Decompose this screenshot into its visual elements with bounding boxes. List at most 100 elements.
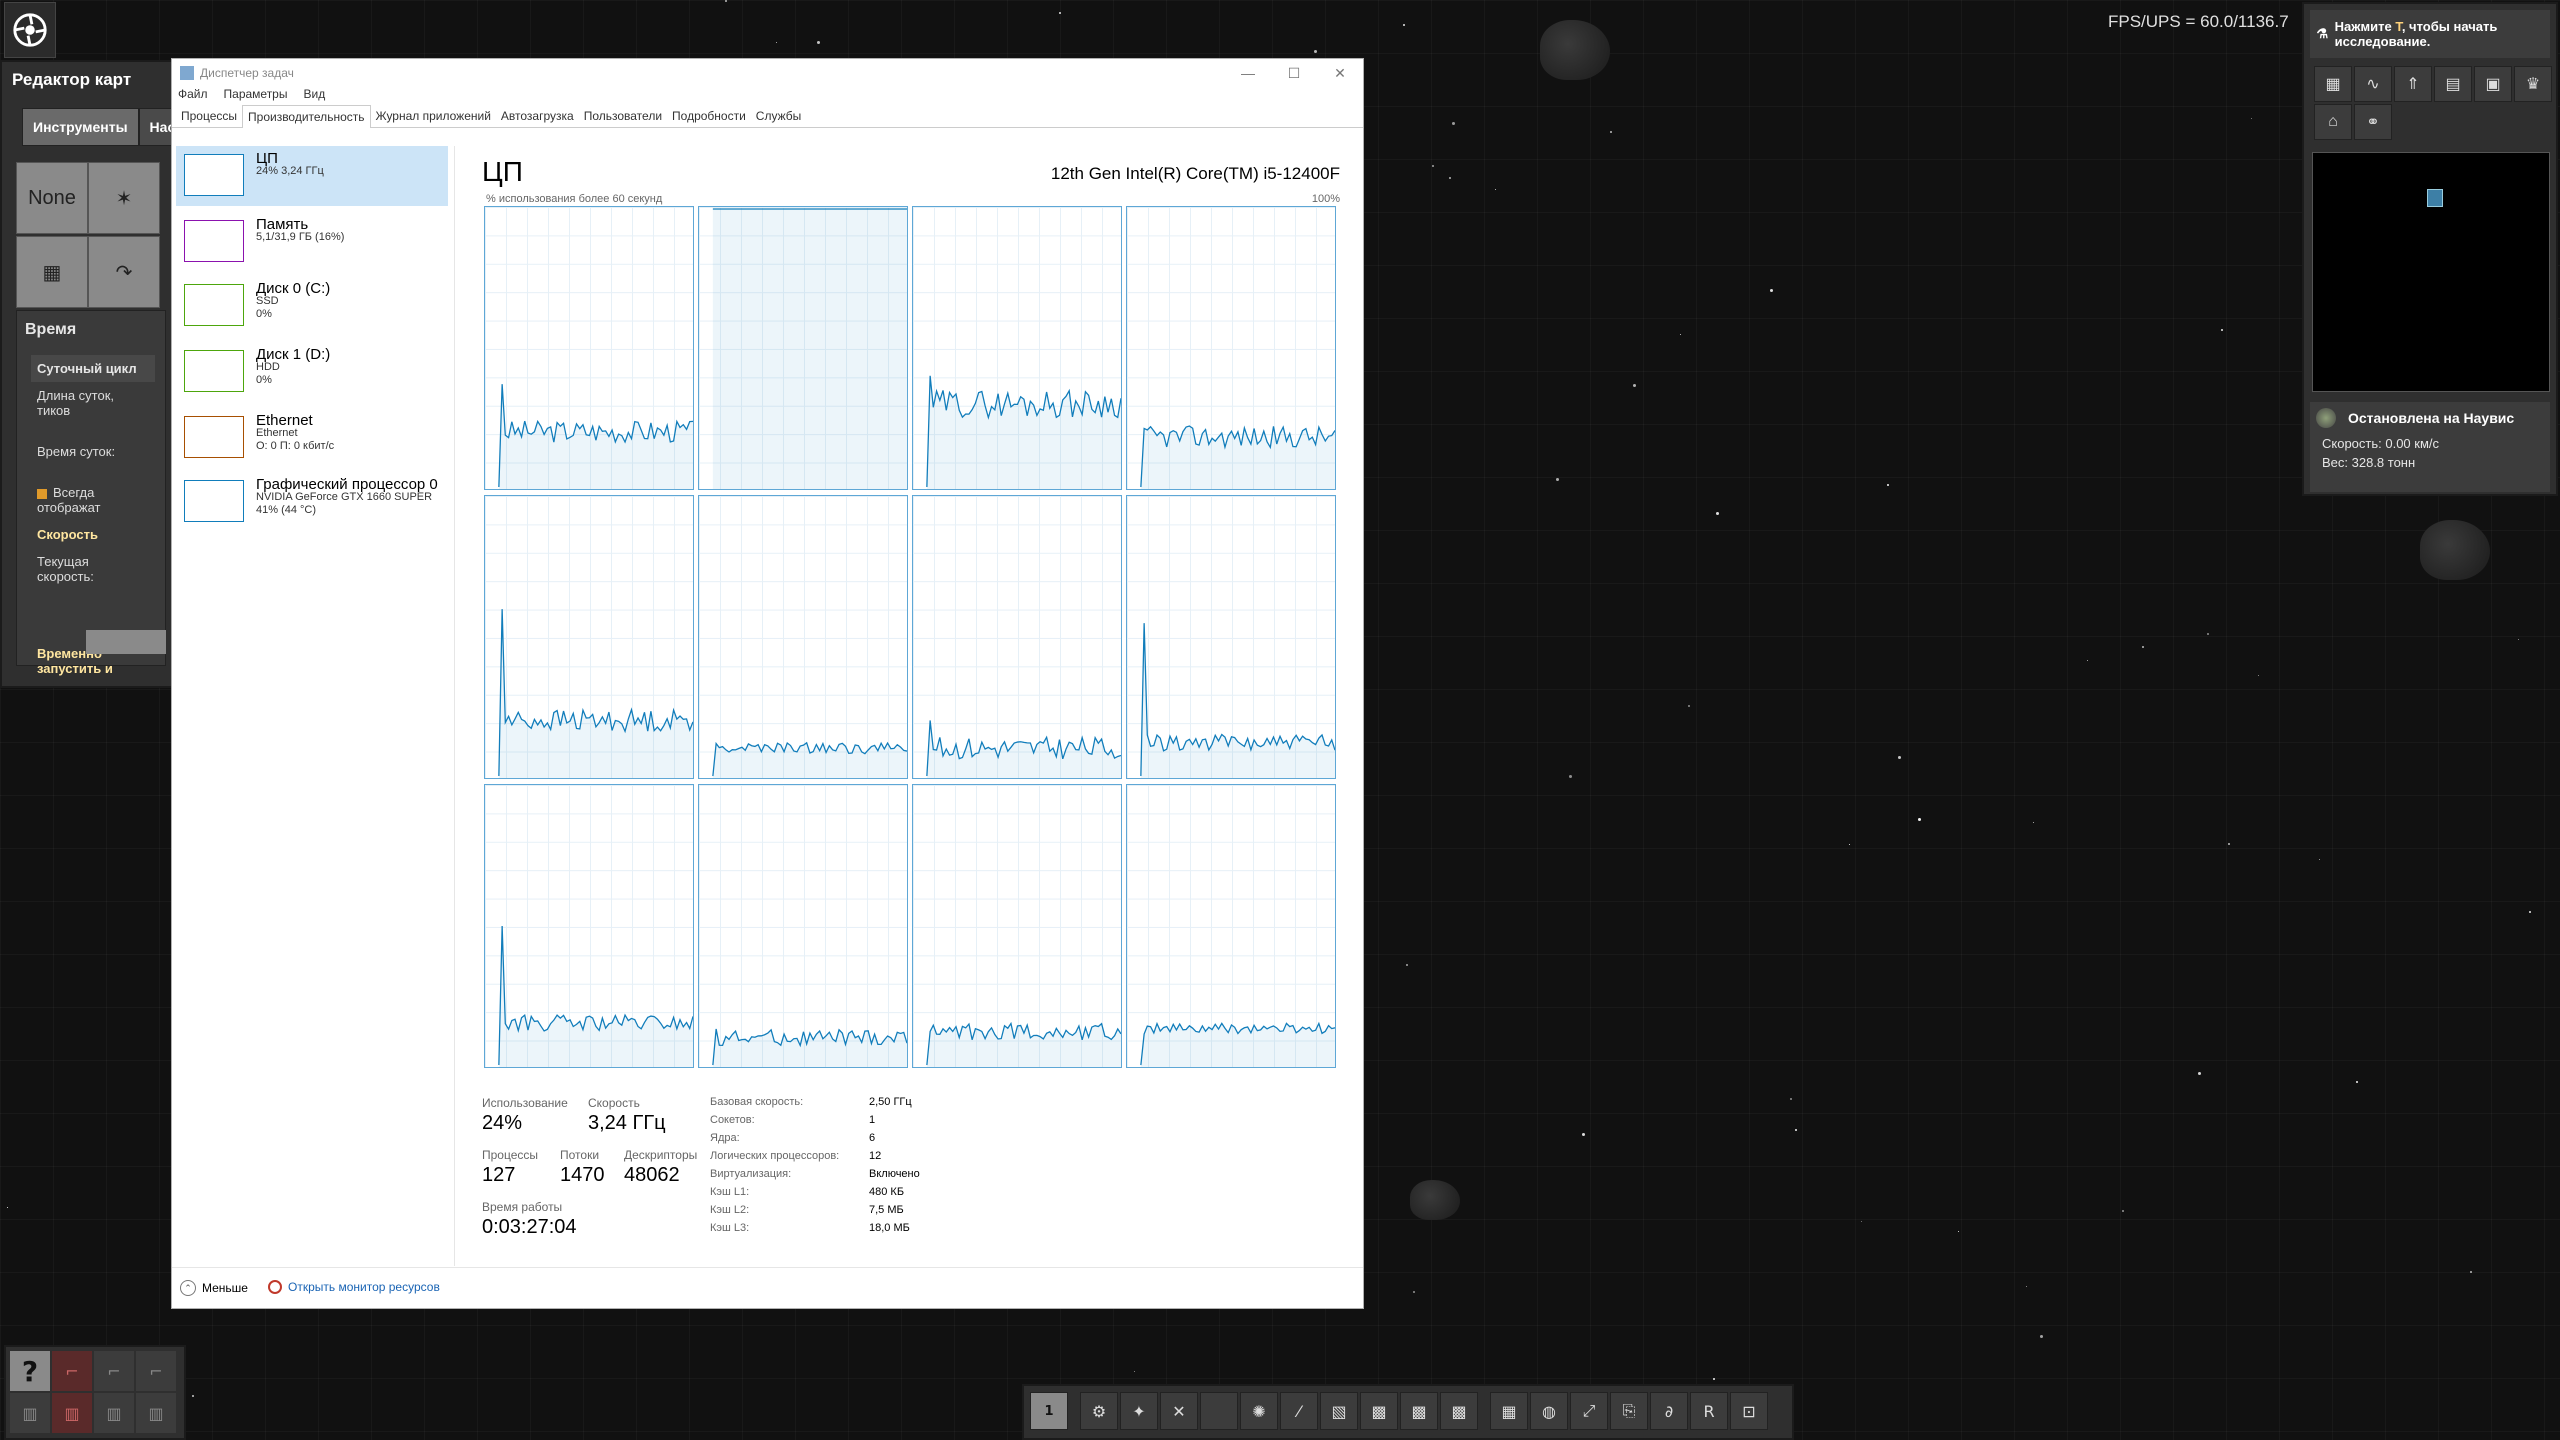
tab-users[interactable]: Пользователи <box>579 105 667 127</box>
tab-processes[interactable]: Процессы <box>176 105 242 127</box>
production-stats-button[interactable]: ▦ <box>2314 66 2352 102</box>
red-wire-button[interactable]: R <box>1690 1392 1728 1430</box>
quickbar-slot[interactable]: ▧ <box>1320 1392 1358 1430</box>
trophy-icon: ♛ <box>2525 76 2541 93</box>
star <box>817 41 820 44</box>
quickbar-slot[interactable]: ✺ <box>1240 1392 1278 1430</box>
core-usage-area <box>712 742 907 778</box>
sidebar-item[interactable]: Диск 1 (D:) HDD 0% <box>176 342 448 402</box>
space-platform-icon <box>2427 189 2443 207</box>
sidebar-item[interactable]: Память 5,1/31,9 ГБ (16%) <box>176 212 448 272</box>
menu-bar: Файл Параметры Вид <box>172 87 1363 105</box>
filter-slot[interactable]: ▥ <box>52 1393 92 1433</box>
core-usage-area <box>926 720 1121 778</box>
tool-none-button[interactable]: None <box>16 162 88 234</box>
blueprint-slot[interactable]: ⌐ <box>136 1351 176 1391</box>
star <box>2040 1335 2043 1338</box>
window-titlebar[interactable]: Диспетчер задач <box>172 59 1363 87</box>
detail-value: 6 <box>869 1132 876 1144</box>
time-section-title: Время <box>25 321 77 338</box>
filter-icon: ▥ <box>22 1403 38 1423</box>
blueprint-slot[interactable]: ⌐ <box>52 1351 92 1391</box>
core-usage-area <box>926 1023 1121 1067</box>
filter-slot[interactable]: ▥ <box>136 1393 176 1433</box>
tab-services[interactable]: Службы <box>751 105 806 127</box>
sidebar-item[interactable]: Диск 0 (C:) SSD 0% <box>176 276 448 336</box>
star <box>1452 122 1455 125</box>
green-wire-icon: ∂ <box>1664 1401 1674 1421</box>
star <box>2319 859 2320 860</box>
tips-button[interactable]: ⌂ <box>2314 104 2352 140</box>
graduation-cap-icon: ⌂ <box>2328 113 2338 130</box>
quickbar-slot[interactable]: ✦ <box>1120 1392 1158 1430</box>
tool-tiles-button[interactable]: ▦ <box>16 236 88 308</box>
minimap[interactable] <box>2312 152 2550 392</box>
sidebar-item[interactable]: ЦП 24% 3,24 ГГц <box>176 146 448 206</box>
detail-key: Сокетов: <box>710 1114 755 1126</box>
open-resource-monitor-link[interactable]: Открыть монитор ресурсов <box>268 1280 440 1294</box>
quickbar-slot[interactable]: ✕ <box>1160 1392 1198 1430</box>
tool-clone-button[interactable]: ↷ <box>88 236 160 308</box>
menu-view[interactable]: Вид <box>303 87 325 105</box>
processes-label: Процессы <box>482 1148 539 1162</box>
filter-slot[interactable]: ▥ <box>94 1393 134 1433</box>
personal-roboport-button[interactable]: ◍ <box>1530 1392 1568 1430</box>
tab-tools[interactable]: Инструменты <box>22 108 139 146</box>
achievements-button[interactable]: ♛ <box>2514 66 2552 102</box>
quickbar-slot[interactable]: ▩ <box>1360 1392 1398 1430</box>
green-wire-button[interactable]: ∂ <box>1650 1392 1688 1430</box>
close-button[interactable]: ✕ <box>1317 59 1363 87</box>
upgrade-button[interactable]: ⇑ <box>2394 66 2432 102</box>
help-button[interactable]: ? <box>10 1351 50 1391</box>
temp-run-button[interactable] <box>86 630 166 654</box>
filter-slot[interactable]: ▥ <box>10 1393 50 1433</box>
maximize-button[interactable]: ☐ <box>1271 59 1317 87</box>
quickbar-slot[interactable]: ▩ <box>1400 1392 1438 1430</box>
sidebar-thumbnail <box>184 416 244 458</box>
always-show-checkbox[interactable]: Всегда отображат <box>17 479 165 521</box>
quickbar-slot[interactable]: ▩ <box>1440 1392 1478 1430</box>
chart-icon: ▦ <box>2325 76 2341 93</box>
star <box>7 1207 8 1208</box>
fewer-details-button[interactable]: ⌃ Меньше <box>180 1280 248 1296</box>
sidebar-item[interactable]: Графический процессор 0 NVIDIA GeForce GT… <box>176 472 448 532</box>
game-menu-button[interactable] <box>4 2 56 58</box>
quickbar-slot[interactable]: ⚙ <box>1080 1392 1118 1430</box>
star <box>1688 705 1690 707</box>
quickbar-page-button[interactable]: 1 <box>1030 1392 1068 1430</box>
arrow-up-icon: ⇑ <box>2406 76 2420 93</box>
tab-startup[interactable]: Автозагрузка <box>496 105 579 127</box>
sidebar-item[interactable]: Ethernet Ethernet О: 0 П: 0 кбит/с <box>176 408 448 468</box>
detail-key: Ядра: <box>710 1132 740 1144</box>
logistics-button[interactable]: ∿ <box>2354 66 2392 102</box>
star <box>1432 165 1434 167</box>
filter-icon: ▥ <box>148 1403 164 1423</box>
quickbar-slot[interactable] <box>1200 1392 1238 1430</box>
core-usage-area <box>1140 623 1335 778</box>
blueprint-slot[interactable]: ⌐ <box>94 1351 134 1391</box>
window-title: Диспетчер задач <box>200 66 294 80</box>
core-graph <box>484 495 694 779</box>
star <box>2529 911 2531 913</box>
trains-button[interactable]: ▣ <box>2474 66 2512 102</box>
deconstruction-button[interactable]: ⤢ <box>1570 1392 1608 1430</box>
menu-file[interactable]: Файл <box>178 87 208 105</box>
menu-options[interactable]: Параметры <box>224 87 288 105</box>
copy-button[interactable]: ⎘ <box>1610 1392 1648 1430</box>
star <box>2518 639 2519 640</box>
tab-app-history[interactable]: Журнал приложений <box>371 105 496 127</box>
logistic-network-button[interactable]: ⚭ <box>2354 104 2392 140</box>
star <box>1449 177 1451 179</box>
select-area-button[interactable]: ⊡ <box>1730 1392 1768 1430</box>
minimize-button[interactable]: — <box>1225 59 1271 87</box>
blueprint-book-button[interactable]: ▤ <box>2434 66 2472 102</box>
quickbar-slot[interactable]: ⁄ <box>1280 1392 1318 1430</box>
research-prompt[interactable]: ⚗ Нажмите T, чтобы начать исследование. <box>2310 10 2550 58</box>
tab-details[interactable]: Подробности <box>667 105 751 127</box>
core-usage-area <box>498 384 693 489</box>
tool-tree-button[interactable]: ✶ <box>88 162 160 234</box>
tab-performance[interactable]: Производительность <box>242 105 371 128</box>
flask-icon: ⚗ <box>2316 26 2329 41</box>
toggle-grid-button[interactable]: ▦ <box>1490 1392 1528 1430</box>
cpu-title: ЦП <box>482 156 523 187</box>
